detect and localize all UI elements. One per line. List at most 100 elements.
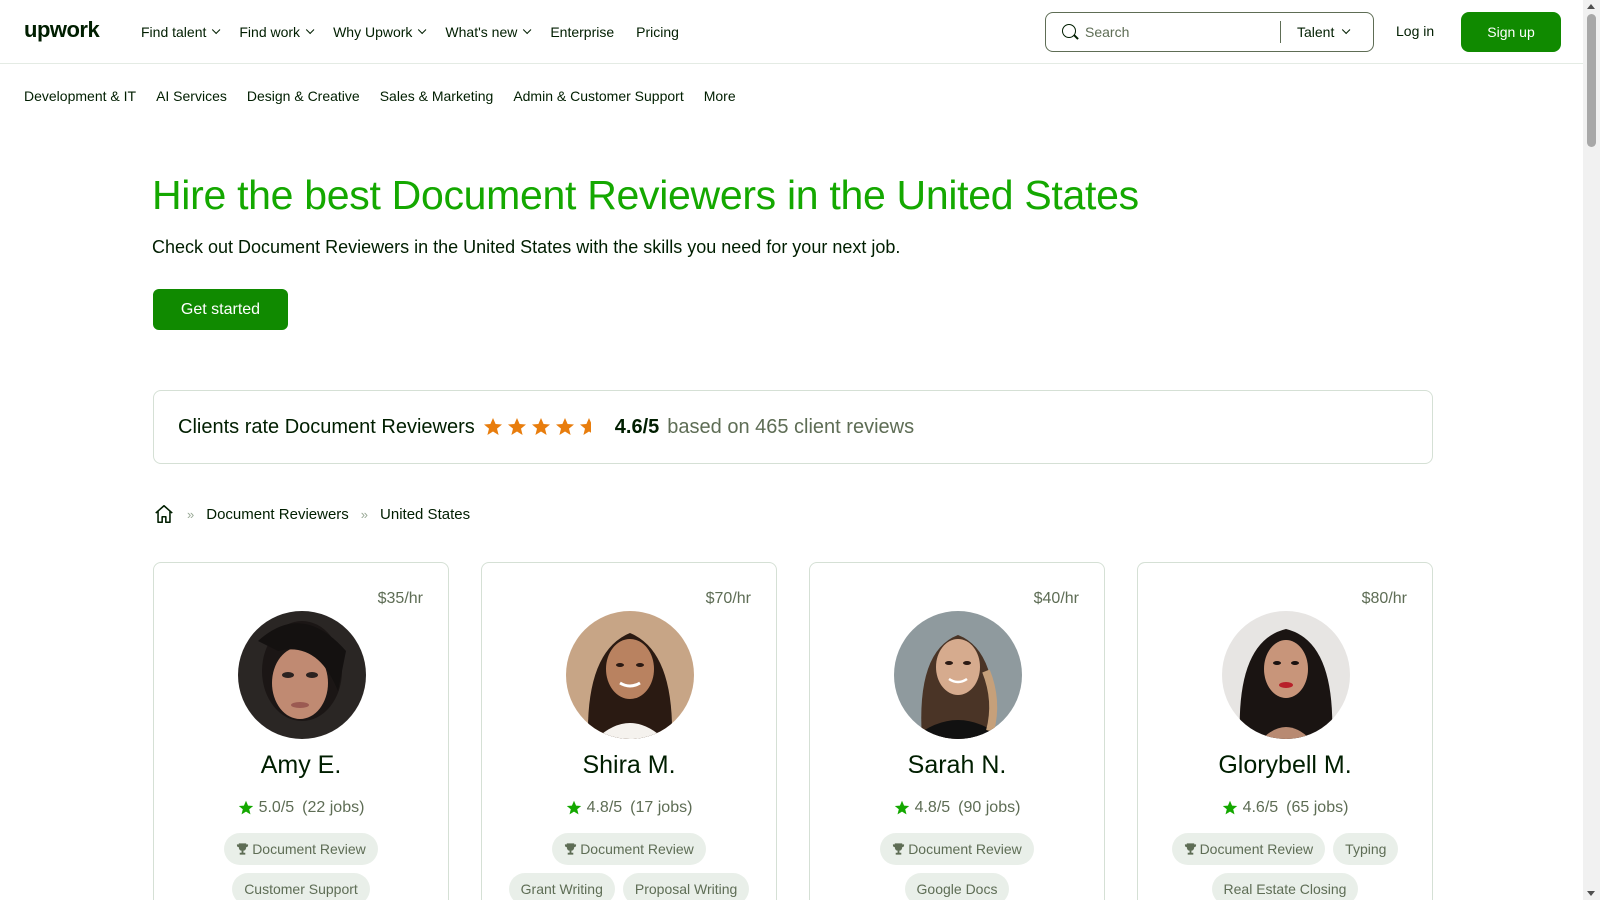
skill-chip[interactable]: Customer Support bbox=[232, 873, 370, 900]
avatar[interactable] bbox=[566, 611, 694, 739]
category-development-it[interactable]: Development & IT bbox=[24, 88, 136, 104]
score-value: 4.6/5 bbox=[1242, 799, 1279, 816]
skill-list: Document Review Grant Writing Proposal W… bbox=[482, 833, 776, 900]
skill-label: Typing bbox=[1345, 841, 1387, 857]
rating-label: Clients rate Document Reviewers bbox=[178, 415, 475, 438]
category-more[interactable]: More bbox=[704, 88, 736, 104]
nav-label: What's new bbox=[445, 24, 518, 40]
freelancer-score: 4.8/5 (90 jobs) bbox=[810, 799, 1104, 817]
search-icon[interactable] bbox=[1062, 23, 1079, 41]
scrollbar-thumb[interactable] bbox=[1587, 14, 1596, 147]
nav-find-talent[interactable]: Find talent bbox=[141, 24, 221, 40]
nav-label: Find talent bbox=[141, 24, 207, 40]
skill-label: Customer Support bbox=[244, 881, 358, 897]
nav-whats-new[interactable]: What's new bbox=[445, 24, 532, 40]
chevron-down-icon bbox=[418, 25, 427, 35]
scroll-up-arrow-icon[interactable] bbox=[1587, 4, 1595, 9]
trophy-icon bbox=[565, 843, 577, 855]
login-link[interactable]: Log in bbox=[1396, 23, 1434, 39]
category-ai-services[interactable]: AI Services bbox=[156, 88, 227, 104]
avatar[interactable] bbox=[894, 611, 1022, 739]
freelancer-score: 4.6/5 (65 jobs) bbox=[1138, 799, 1432, 817]
score-value: 4.8/5 bbox=[914, 799, 951, 816]
skill-chip[interactable]: Document Review bbox=[552, 833, 706, 865]
skill-chip[interactable]: Document Review bbox=[880, 833, 1034, 865]
freelancer-card[interactable]: $80/hr Glorybell M. 4.6/5 (65 jobs) Docu… bbox=[1137, 562, 1433, 900]
search-divider bbox=[1280, 21, 1281, 43]
page-scrollbar[interactable] bbox=[1583, 0, 1600, 900]
skill-chip[interactable]: Typing bbox=[1333, 833, 1399, 865]
job-count: (90 jobs) bbox=[958, 799, 1021, 816]
skill-list: Document Review Customer Support bbox=[154, 833, 448, 900]
score-value: 5.0/5 bbox=[258, 799, 295, 816]
breadcrumb-document-reviewers[interactable]: Document Reviewers bbox=[206, 506, 349, 523]
star-full-icon bbox=[531, 417, 551, 437]
nav-enterprise[interactable]: Enterprise bbox=[550, 24, 614, 40]
chevron-down-icon bbox=[1342, 25, 1351, 35]
nav-label: Why Upwork bbox=[333, 24, 413, 40]
skill-label: Document Review bbox=[908, 841, 1022, 857]
category-admin-support[interactable]: Admin & Customer Support bbox=[513, 88, 683, 104]
signup-button[interactable]: Sign up bbox=[1461, 12, 1561, 52]
category-design-creative[interactable]: Design & Creative bbox=[247, 88, 360, 104]
client-rating-summary: Clients rate Document Reviewers 4.6/5 ba… bbox=[153, 390, 1433, 464]
rating-review-count: based on 465 client reviews bbox=[667, 415, 915, 438]
avatar[interactable] bbox=[1222, 611, 1350, 739]
search-scope-dropdown[interactable]: Talent bbox=[1297, 24, 1351, 40]
avatar[interactable] bbox=[238, 611, 366, 739]
scroll-down-arrow-icon[interactable] bbox=[1587, 891, 1595, 896]
freelancer-card[interactable]: $40/hr Sarah N. 4.8/5 (90 jobs) Document… bbox=[809, 562, 1105, 900]
chevron-down-icon bbox=[305, 25, 315, 35]
star-icon bbox=[238, 800, 253, 815]
skill-label: Document Review bbox=[1199, 841, 1314, 857]
main-nav: Find talent Find work Why Upwork What's … bbox=[141, 0, 701, 64]
star-full-icon bbox=[507, 417, 527, 437]
skill-chip[interactable]: Proposal Writing bbox=[622, 873, 750, 900]
breadcrumb-separator: » bbox=[360, 506, 369, 522]
freelancer-name[interactable]: Sarah N. bbox=[810, 751, 1104, 780]
rating-stars bbox=[483, 417, 603, 437]
job-count: (17 jobs) bbox=[630, 799, 693, 816]
skill-chip[interactable]: Google Docs bbox=[904, 873, 1010, 900]
freelancer-card[interactable]: $70/hr Shira M. 4.8/5 (17 jobs) Document… bbox=[481, 562, 777, 900]
get-started-button[interactable]: Get started bbox=[153, 289, 288, 330]
score-value: 4.8/5 bbox=[586, 799, 623, 816]
freelancer-name[interactable]: Glorybell M. bbox=[1138, 751, 1432, 780]
search-bar: Talent bbox=[1045, 12, 1374, 52]
breadcrumb: » Document Reviewers » United States bbox=[153, 503, 470, 525]
nav-why-upwork[interactable]: Why Upwork bbox=[333, 24, 427, 40]
job-count: (22 jobs) bbox=[302, 799, 365, 816]
freelancer-score: 4.8/5 (17 jobs) bbox=[482, 799, 776, 817]
star-icon bbox=[894, 800, 909, 815]
nav-find-work[interactable]: Find work bbox=[239, 24, 315, 40]
category-nav: Development & IT AI Services Design & Cr… bbox=[24, 88, 756, 104]
freelancer-name[interactable]: Amy E. bbox=[154, 751, 448, 780]
page-subtitle: Check out Document Reviewers in the Unit… bbox=[152, 237, 901, 257]
skill-label: Proposal Writing bbox=[634, 881, 738, 897]
nav-pricing[interactable]: Pricing bbox=[636, 24, 679, 40]
skill-label: Document Review bbox=[252, 841, 366, 857]
skill-label: Document Review bbox=[580, 841, 694, 857]
skill-chip[interactable]: Real Estate Closing bbox=[1211, 873, 1359, 900]
home-icon[interactable] bbox=[153, 503, 175, 525]
upwork-logo[interactable]: upwork bbox=[24, 17, 100, 43]
skill-list: Document Review Google Docs bbox=[810, 833, 1104, 900]
hourly-rate: $40/hr bbox=[1033, 590, 1079, 607]
skill-label: Real Estate Closing bbox=[1223, 881, 1347, 897]
star-icon bbox=[1222, 800, 1237, 815]
freelancer-name[interactable]: Shira M. bbox=[482, 751, 776, 780]
star-full-icon bbox=[555, 417, 575, 437]
search-scope-label: Talent bbox=[1297, 24, 1335, 40]
hourly-rate: $70/hr bbox=[705, 590, 751, 607]
skill-chip[interactable]: Document Review bbox=[224, 833, 378, 865]
category-sales-marketing[interactable]: Sales & Marketing bbox=[380, 88, 494, 104]
freelancer-card[interactable]: $35/hr Amy E. 5.0/5 (22 jobs) Document R… bbox=[153, 562, 449, 900]
star-icon bbox=[566, 800, 581, 815]
nav-label: Pricing bbox=[636, 24, 679, 40]
nav-label: Enterprise bbox=[550, 24, 615, 40]
hourly-rate: $35/hr bbox=[377, 590, 423, 607]
chevron-down-icon bbox=[523, 25, 532, 35]
search-input[interactable] bbox=[1085, 24, 1280, 40]
skill-chip[interactable]: Grant Writing bbox=[508, 873, 615, 900]
skill-chip[interactable]: Document Review bbox=[1171, 833, 1326, 865]
